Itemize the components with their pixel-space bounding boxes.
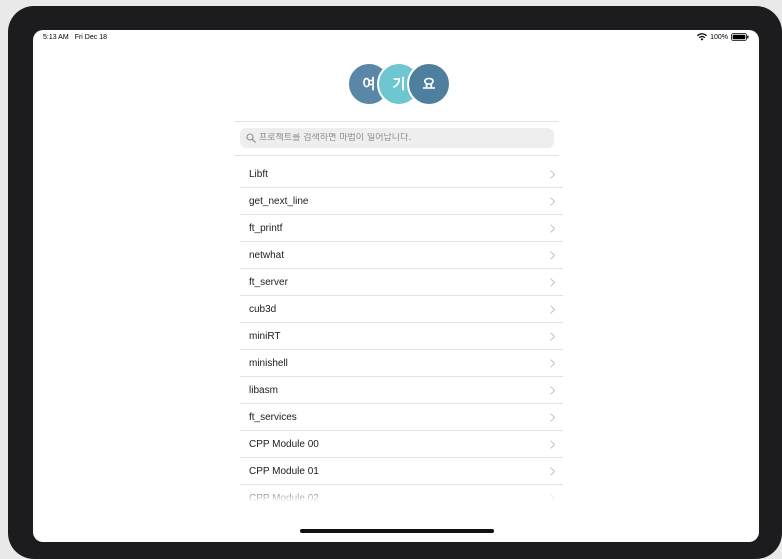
chevron-right-icon: [550, 412, 556, 422]
chevron-right-icon: [550, 493, 556, 501]
project-row[interactable]: minishell: [240, 350, 563, 377]
app-logo: 여 기 요: [347, 62, 455, 110]
project-name: libasm: [249, 384, 278, 396]
wifi-icon: [697, 33, 708, 41]
project-name: get_next_line: [249, 195, 309, 207]
chevron-right-icon: [550, 169, 556, 179]
project-row[interactable]: ft_services: [240, 404, 563, 431]
chevron-right-icon: [550, 331, 556, 341]
project-name: netwhat: [249, 249, 285, 261]
status-bar: 5:13 AM Fri Dec 18 100%: [33, 30, 759, 46]
chevron-right-icon: [550, 196, 556, 206]
chevron-right-icon: [550, 250, 556, 260]
chevron-right-icon: [550, 385, 556, 395]
status-time: 5:13 AM: [43, 34, 69, 41]
project-name: ft_services: [249, 411, 297, 423]
project-name: minishell: [249, 357, 288, 369]
chevron-right-icon: [550, 304, 556, 314]
chevron-right-icon: [550, 358, 556, 368]
chevron-right-icon: [550, 223, 556, 233]
project-name: miniRT: [249, 330, 281, 342]
project-row[interactable]: ft_server: [240, 269, 563, 296]
project-name: Libft: [249, 168, 268, 180]
project-row[interactable]: CPP Module 00: [240, 431, 563, 458]
project-name: cub3d: [249, 303, 277, 315]
home-indicator[interactable]: [300, 529, 494, 533]
project-row[interactable]: CPP Module 01: [240, 458, 563, 485]
status-left: 5:13 AM Fri Dec 18: [43, 34, 107, 41]
ipad-frame: 5:13 AM Fri Dec 18 100% 여 기 요 프로젝트를 검색하면…: [8, 6, 782, 559]
search-input[interactable]: [259, 133, 539, 143]
screen: 5:13 AM Fri Dec 18 100% 여 기 요 프로젝트를 검색하면…: [33, 30, 759, 542]
project-name: ft_printf: [249, 222, 283, 234]
project-row[interactable]: miniRT: [240, 323, 563, 350]
chevron-right-icon: [550, 439, 556, 449]
project-row[interactable]: netwhat: [240, 242, 563, 269]
chevron-right-icon: [550, 466, 556, 476]
divider: [235, 155, 559, 156]
logo-circle-3: 요: [407, 62, 451, 106]
battery-icon: [731, 33, 749, 41]
project-name: CPP Module 02: [249, 492, 319, 502]
project-name: CPP Module 00: [249, 438, 319, 450]
project-row[interactable]: cub3d: [240, 296, 563, 323]
project-row[interactable]: libasm: [240, 377, 563, 404]
project-row[interactable]: get_next_line: [240, 188, 563, 215]
project-row[interactable]: Libft: [240, 161, 563, 188]
chevron-right-icon: [550, 277, 556, 287]
project-name: ft_server: [249, 276, 288, 288]
search-bar[interactable]: [240, 128, 554, 148]
status-right: 100%: [697, 33, 749, 41]
status-date: Fri Dec 18: [74, 34, 107, 41]
battery-percentage: 100%: [710, 33, 728, 41]
divider: [235, 121, 559, 122]
search-icon: [246, 133, 256, 143]
project-list: Libft get_next_line ft_printfnetwhat ft_ser…: [240, 161, 563, 501]
project-row[interactable]: CPP Module 02: [240, 485, 563, 501]
project-row[interactable]: ft_printf: [240, 215, 563, 242]
project-name: CPP Module 01: [249, 465, 319, 477]
